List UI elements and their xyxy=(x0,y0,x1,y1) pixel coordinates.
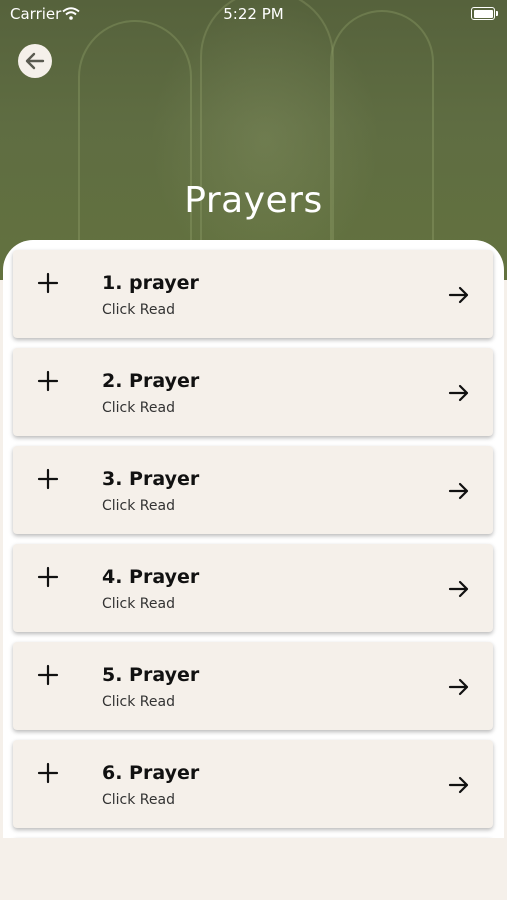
plus-icon[interactable] xyxy=(37,664,59,686)
prayer-subtitle: Click Read xyxy=(102,498,175,514)
prayer-title: 3. Prayer xyxy=(102,468,200,490)
prayer-title: 5. Prayer xyxy=(102,664,200,686)
arrow-right-icon[interactable] xyxy=(447,773,471,797)
prayer-card[interactable]: 3. Prayer Click Read xyxy=(13,446,493,534)
back-button[interactable] xyxy=(18,44,52,78)
prayer-subtitle: Click Read xyxy=(102,792,175,808)
arrow-right-icon[interactable] xyxy=(447,577,471,601)
plus-icon[interactable] xyxy=(37,566,59,588)
prayer-subtitle: Click Read xyxy=(102,400,175,416)
prayer-card[interactable]: 5. Prayer Click Read xyxy=(13,642,493,730)
prayer-card[interactable]: 4. Prayer Click Read xyxy=(13,544,493,632)
plus-icon[interactable] xyxy=(37,370,59,392)
prayer-card[interactable]: 2. Prayer Click Read xyxy=(13,348,493,436)
status-bar: Carrier 5:22 PM xyxy=(0,0,507,28)
header-banner: Carrier 5:22 PM Prayers xyxy=(0,0,507,280)
prayer-subtitle: Click Read xyxy=(102,596,175,612)
plus-icon[interactable] xyxy=(37,762,59,784)
prayer-list: 1. prayer Click Read 2. Prayer Click Read 3.… xyxy=(13,250,493,840)
arrow-right-icon[interactable] xyxy=(447,381,471,405)
prayer-title: 2. Prayer xyxy=(102,370,200,392)
prayer-card[interactable]: 6. Prayer Click Read xyxy=(13,740,493,828)
prayer-subtitle: Click Read xyxy=(102,694,175,710)
prayer-title: 1. prayer xyxy=(102,272,199,294)
clock: 5:22 PM xyxy=(223,5,284,23)
plus-icon[interactable] xyxy=(37,468,59,490)
page-title: Prayers xyxy=(184,180,323,221)
arrow-left-icon xyxy=(25,52,45,70)
plus-icon[interactable] xyxy=(37,272,59,294)
bottom-bar xyxy=(0,838,507,900)
arch-decoration xyxy=(200,0,334,280)
prayer-title: 4. Prayer xyxy=(102,566,200,588)
arrow-right-icon[interactable] xyxy=(447,479,471,503)
arrow-right-icon[interactable] xyxy=(447,675,471,699)
prayer-list-sheet: 1. prayer Click Read 2. Prayer Click Read 3.… xyxy=(3,240,504,840)
arrow-right-icon[interactable] xyxy=(447,283,471,307)
prayer-card[interactable]: 1. prayer Click Read xyxy=(13,250,493,338)
prayer-subtitle: Click Read xyxy=(102,302,175,318)
battery-icon xyxy=(471,7,498,20)
prayer-title: 6. Prayer xyxy=(102,762,200,784)
